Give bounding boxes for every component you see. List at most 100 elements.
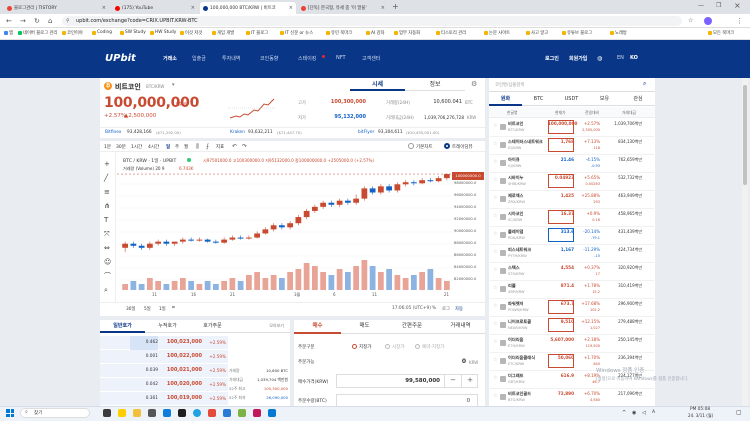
close-icon[interactable]: × [102,5,106,11]
maximize-button[interactable]: ❐ [716,2,721,9]
app-icon[interactable] [238,409,246,417]
market-row[interactable]: ☆ 비트코인 BTC/KRW 100,000,000 +2.57% 2,505,000 1,… [490,119,654,137]
bookmark-all[interactable]: 모든 북마크 [708,30,734,36]
avatar[interactable] [704,17,712,25]
interval-1m[interactable]: 1분 [104,144,111,150]
minimize-button[interactable]: — [698,2,704,9]
favorite-star-icon[interactable]: ☆ [493,267,497,273]
range-5d[interactable]: 5일 [144,306,151,312]
tab-krw[interactable]: 원화 [489,93,522,106]
interval-4h[interactable]: 4시간 [148,144,159,150]
favorite-star-icon[interactable]: ☆ [493,231,497,237]
settings-gear-icon[interactable]: ⚙ [471,80,477,88]
market-row[interactable]: ☆ 시아코인 SC/KRW 16.37 +0.9% 0.16 458,965백만 [490,209,654,227]
market-row[interactable]: ☆ 시바이누 SHIB/KRW 0.04923 +5.65% 0.00263 532,732… [490,173,654,191]
tab-cumulative[interactable]: 누적호가 [145,320,190,333]
lang-en[interactable]: EN [617,55,624,61]
app-icon[interactable] [253,409,261,417]
bookmark-item[interactable]: Coding [92,30,112,35]
bookmark-item[interactable]: 코인이야 [62,30,83,36]
windows-start-icon[interactable] [6,409,14,417]
market-row[interactable]: ☆ 니어프로토콜 NEAR/KRW 9,510 +12.15% 1,027 279,488백… [490,317,654,335]
close-icon[interactable]: × [191,5,195,11]
interval-day[interactable]: 일 [166,144,170,150]
ruler-icon[interactable]: ⌒ [104,272,111,280]
home-icon[interactable]: ⌂ [48,17,52,25]
app-icon[interactable] [268,409,276,417]
favorite-star-icon[interactable]: ☆ [493,141,497,147]
text-tool-icon[interactable]: T [104,216,108,224]
window-close-button[interactable]: × [734,1,741,10]
app-icon[interactable] [178,409,186,417]
tab-holdings[interactable]: 보유 [588,93,621,106]
market-row[interactable]: ☆ 이더리움 ETH/KRW 5,607,000 +2.18% 119,500 250,14… [490,335,654,353]
orderbook-row[interactable]: 0.361 100,019,000 +2.59% [100,392,228,406]
bookmark-item[interactable]: 사고 알고 [526,30,548,36]
header-volume[interactable]: 거래대금 [622,110,636,116]
nav-support[interactable]: 고객센터 [362,55,380,62]
ref-exchange-bitfinex[interactable]: Bitfinex [105,130,121,135]
login-link[interactable]: 로그인 [545,55,559,62]
site-info-icon[interactable]: ⚲ [66,16,70,26]
nav-deposit[interactable]: 입출금 [192,55,206,62]
favorite-star-icon[interactable]: ☆ [493,393,497,399]
tab-history[interactable]: 거래내역 [436,320,485,334]
price-decrease-button[interactable]: − [444,374,461,388]
trend-line-icon[interactable]: ╱ [104,174,108,182]
nav-exchange[interactable]: 거래소 [163,55,177,62]
orderbook-row[interactable]: 0.001 100,022,000 +2.59% [100,350,228,364]
new-tab-button[interactable]: + [392,2,399,11]
emoji-icon[interactable]: ☺ [104,258,111,266]
indicator-button[interactable]: 지표 [216,144,224,150]
tray-chevron-icon[interactable]: ^ [622,410,626,416]
orderbook-row[interactable]: 0.462 100,023,000 +2.59% [100,336,228,350]
favorite-star-icon[interactable]: ☆ [493,357,497,363]
zoom-icon[interactable]: ⌕ [104,286,108,294]
favorite-star-icon[interactable]: ☆ [493,339,497,345]
radio-basic-chart[interactable] [408,143,414,149]
interval-1h[interactable]: 1시간 [131,144,142,150]
auto-scale-toggle[interactable]: 자동 [455,306,463,312]
bookmark-item[interactable]: 티스토리 관리 [436,30,466,36]
browser-tab[interactable]: [단독] 한국형, 유세 중 '이 말을' × [298,2,388,14]
measure-icon[interactable]: ⇔ [104,244,110,252]
interval-week[interactable]: 주 [175,144,179,150]
tab-price[interactable]: 시세 [350,79,405,91]
tab-buy[interactable]: 매수 [294,320,341,334]
taskview-icon[interactable] [103,409,111,417]
tab-orderbook[interactable]: 일반호가 [100,320,145,333]
favorite-star-icon[interactable]: ☆ [493,285,497,291]
reload-icon[interactable]: ↻ [34,17,40,25]
browser-tab[interactable]: 블로그관리 | TISTORY × [4,2,109,14]
bookmark-item[interactable]: 업무 자동화 [394,30,420,36]
close-icon[interactable]: × [289,5,293,11]
nav-nft[interactable]: NFT [336,55,346,61]
market-row[interactable]: ☆ 스택스 STX/KRW 4,554 +0.37% 17 320,920백만 [490,263,654,281]
market-row[interactable]: ☆ 스테이터스네트워크 IQ/KRW 1,768 +7.13% 118 834,130백만 [490,137,654,155]
range-1d[interactable]: 1일 [159,306,166,312]
notification-icon[interactable]: ▢ [736,409,742,416]
favorite-star-icon[interactable]: ☆ [493,159,497,165]
goto-date-icon[interactable]: ⌗ [172,305,175,311]
tab-sell[interactable]: 매도 [341,320,388,334]
browser-tab-active[interactable]: 100,000,000 BTC/KRW | 비트코 × [200,2,296,14]
chevron-down-icon[interactable]: ▾ [172,82,175,88]
nav-staking[interactable]: 스테이킹 [298,55,316,62]
clock-time[interactable]: PM 05:08 [690,407,710,412]
chrome-icon[interactable] [193,409,201,417]
bookmark-item[interactable]: IT 신문 or 뉴스 [280,30,313,36]
tab-favorites[interactable]: 관심 [621,93,655,106]
horizontal-lines-icon[interactable]: ≡ [104,188,110,196]
interval-30m[interactable]: 30분 [116,144,126,150]
favorite-star-icon[interactable]: ☆ [493,195,497,201]
orderbook-row[interactable]: 0.039 100,021,000 +2.59% [100,364,228,378]
header-price[interactable]: 현재가 [555,110,565,116]
bookmark-apps[interactable]: 앱 [4,30,13,36]
app-icon[interactable] [208,409,216,417]
browser-tab[interactable]: (175) YouTube × [112,2,198,14]
compare-icon[interactable]: ⨍ [206,143,209,150]
upbit-logo[interactable]: UPbit [105,53,136,64]
taskbar-search[interactable] [20,408,90,418]
scrollbar-thumb[interactable] [743,85,747,185]
price-chart[interactable] [117,170,455,294]
